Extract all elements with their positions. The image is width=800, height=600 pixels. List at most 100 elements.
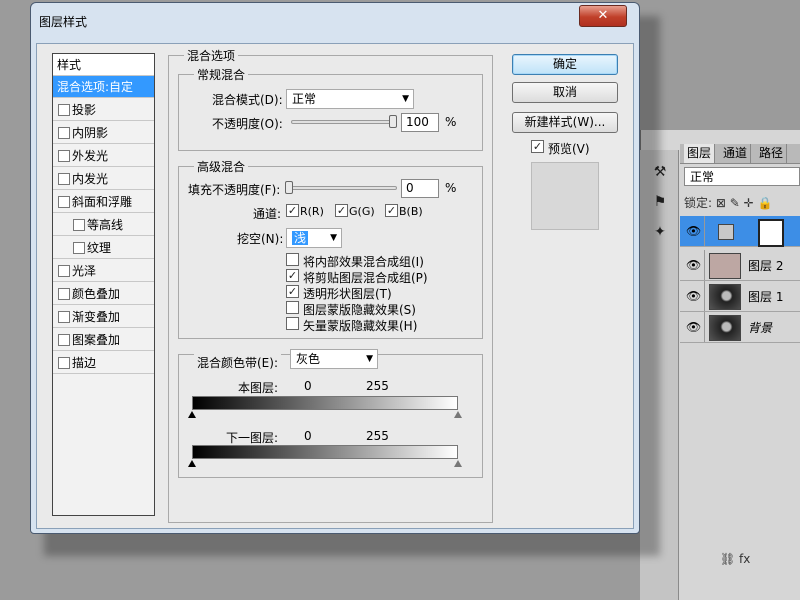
style-item[interactable]: 图案叠加 — [53, 329, 154, 351]
this-layer-black-handle[interactable] — [188, 411, 196, 418]
style-item[interactable]: 斜面和浮雕 — [53, 191, 154, 213]
underlying-white-handle[interactable] — [454, 460, 462, 467]
layer-style-dialog: 图层样式 ✕ 样式 混合选项:自定投影 内阴影 外发光 内发光 斜面和浮雕 等高线纹理光泽… — [30, 2, 640, 534]
opacity-label: 不透明度(O): — [212, 117, 283, 131]
blend-if-label: 混合颜色带(E): — [194, 354, 281, 371]
style-item-checkbox[interactable] — [58, 150, 70, 162]
underlying-layer-high: 255 — [366, 429, 389, 443]
opacity-slider[interactable] — [291, 120, 397, 124]
style-item-label: 混合选项:自定 — [57, 80, 134, 94]
style-list: 样式 混合选项:自定投影 内阴影 外发光 内发光 斜面和浮雕 等高线纹理光泽颜色叠加渐变叠… — [52, 53, 155, 516]
this-layer-white-handle[interactable] — [454, 411, 462, 418]
style-list-header[interactable]: 样式 — [53, 54, 154, 76]
blend-mode-label: 混合模式(D): — [212, 93, 283, 107]
tab-channels[interactable]: 通道 — [720, 144, 752, 163]
style-item-checkbox[interactable] — [58, 104, 70, 116]
lock-label: 锁定: — [684, 196, 713, 210]
advanced-option-checkbox[interactable] — [286, 253, 299, 266]
eye-icon[interactable]: 👁 — [686, 258, 701, 272]
style-item-label: 渐变叠加 — [72, 310, 121, 324]
style-item-checkbox[interactable] — [58, 173, 70, 185]
style-item[interactable]: 外发光 — [53, 145, 154, 167]
layer-row-background[interactable]: 👁 背景 — [680, 312, 800, 343]
layer-name: 图层 1 — [748, 290, 784, 304]
layer-blend-mode-select[interactable]: 正常 — [684, 167, 800, 186]
opacity-input[interactable]: 100 — [401, 113, 439, 132]
title-bar[interactable]: 图层样式 ✕ — [31, 3, 639, 33]
style-item-checkbox[interactable] — [58, 357, 70, 369]
layers-bottom-icons[interactable]: ⛓ fx — [720, 552, 800, 576]
knockout-label: 挖空(N): — [237, 232, 284, 246]
layer-mask-thumbnail[interactable] — [758, 219, 784, 247]
style-item[interactable]: 等高线 — [53, 214, 154, 236]
new-style-button[interactable]: 新建样式(W)... — [512, 112, 618, 133]
dialog-title: 图层样式 — [39, 15, 88, 29]
eye-icon[interactable]: 👁 — [686, 224, 701, 238]
style-item[interactable]: 纹理 — [53, 237, 154, 259]
advanced-option-label: 图层蒙版隐藏效果(S) — [303, 303, 416, 317]
fill-opacity-input[interactable]: 0 — [401, 179, 439, 198]
preview-checkbox[interactable]: ✓ — [531, 140, 544, 153]
layer-thumbnail — [709, 253, 741, 279]
style-item-checkbox[interactable] — [58, 288, 70, 300]
channel-g-checkbox[interactable]: ✓ — [335, 204, 348, 217]
style-item[interactable]: 内发光 — [53, 168, 154, 190]
eye-icon[interactable]: 👁 — [686, 289, 701, 303]
this-layer-low: 0 — [304, 379, 312, 393]
opacity-slider-handle[interactable] — [389, 115, 397, 128]
style-item-checkbox[interactable] — [73, 219, 85, 231]
chevron-down-icon: ▼ — [402, 94, 409, 104]
eye-icon[interactable]: 👁 — [686, 320, 701, 334]
fill-opacity-slider-handle[interactable] — [285, 181, 293, 194]
layer-row-selected[interactable]: 👁 — [680, 216, 800, 247]
layer-thumbnail — [709, 315, 741, 341]
style-item[interactable]: 光泽 — [53, 260, 154, 282]
style-item[interactable]: 投影 — [53, 99, 154, 121]
style-item[interactable]: 混合选项:自定 — [53, 76, 154, 98]
channel-b-label: B(B) — [399, 205, 423, 218]
layer-row-layer1[interactable]: 👁 图层 1 — [680, 281, 800, 312]
this-layer-label: 本图层: — [238, 381, 279, 395]
underlying-layer-label: 下一图层: — [226, 431, 279, 445]
close-button[interactable]: ✕ — [579, 5, 627, 27]
blend-if-group: 混合颜色带(E): 灰色 ▼ 本图层: 0 255 下一图层: 0 255 — [178, 349, 483, 478]
fill-opacity-unit: % — [445, 181, 457, 195]
style-item-label: 纹理 — [87, 241, 112, 255]
style-item-checkbox[interactable] — [58, 196, 70, 208]
this-layer-gradient — [192, 396, 458, 410]
advanced-option-checkbox[interactable] — [286, 317, 299, 330]
advanced-option-label: 透明形状图层(T) — [303, 287, 392, 301]
style-item-checkbox[interactable] — [73, 242, 85, 254]
style-item[interactable]: 内阴影 — [53, 122, 154, 144]
knockout-select[interactable]: 浅 ▼ — [286, 228, 342, 248]
style-item-label: 图案叠加 — [72, 333, 121, 347]
advanced-option-checkbox[interactable] — [286, 301, 299, 314]
style-item[interactable]: 描边 — [53, 352, 154, 374]
style-item[interactable]: 颜色叠加 — [53, 283, 154, 305]
style-item-checkbox[interactable] — [58, 127, 70, 139]
advanced-blending-group: 高级混合 填充不透明度(F): 0 % 通道: ✓ R(R) ✓ G(G) ✓ … — [178, 158, 483, 339]
advanced-option-label: 矢量蒙版隐藏效果(H) — [303, 319, 418, 333]
channel-r-checkbox[interactable]: ✓ — [286, 204, 299, 217]
style-item-checkbox[interactable] — [58, 311, 70, 323]
fill-opacity-label: 填充不透明度(F): — [188, 183, 281, 197]
fill-opacity-slider[interactable] — [285, 186, 397, 190]
style-item-checkbox[interactable] — [58, 334, 70, 346]
cancel-button[interactable]: 取消 — [512, 82, 618, 103]
style-item[interactable]: 渐变叠加 — [53, 306, 154, 328]
channel-b-checkbox[interactable]: ✓ — [385, 204, 398, 217]
lock-icons[interactable]: ⊠ ✎ ✛ 🔒 — [716, 196, 773, 210]
general-blending-title: 常规混合 — [194, 66, 249, 83]
tab-paths[interactable]: 路径 — [756, 144, 788, 163]
underlying-black-handle[interactable] — [188, 460, 196, 467]
layer-row-layer2[interactable]: 👁 图层 2 — [680, 250, 800, 281]
ok-button[interactable]: 确定 — [512, 54, 618, 75]
blend-if-select[interactable]: 灰色 ▼ — [290, 349, 378, 369]
blend-mode-select[interactable]: 正常 ▼ — [286, 89, 414, 109]
tab-layers[interactable]: 图层 — [684, 144, 716, 163]
advanced-option-checkbox[interactable]: ✓ — [286, 285, 299, 298]
style-item-checkbox[interactable] — [58, 265, 70, 277]
advanced-option-checkbox[interactable]: ✓ — [286, 269, 299, 282]
general-blending-group: 常规混合 混合模式(D): 正常 ▼ 不透明度(O): 100 % — [178, 66, 483, 151]
style-item-label: 光泽 — [72, 264, 97, 278]
